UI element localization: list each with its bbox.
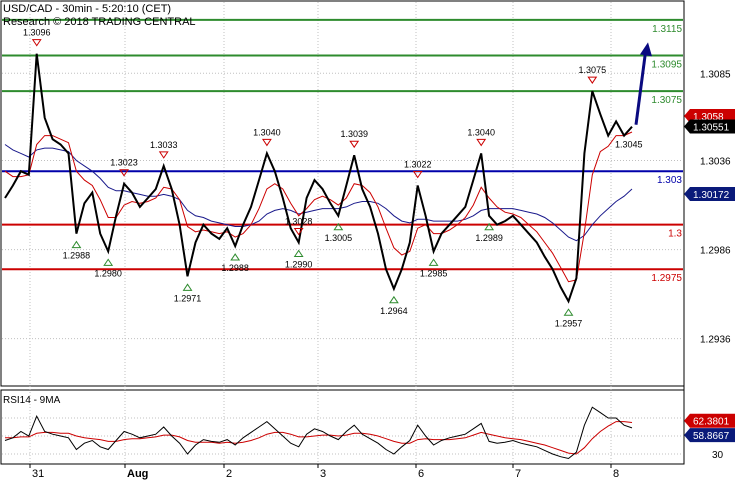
resistance-label: 1.3075: [651, 95, 682, 106]
price-tick-label: 1.2986: [700, 246, 731, 257]
trough-label: 1.2985: [420, 268, 448, 278]
rsi-ma-badge: 62.3801: [693, 417, 730, 428]
resistance-label: 1.3115: [652, 24, 682, 35]
peak-label: 1.3023: [110, 158, 138, 168]
trough-label: 1.2988: [63, 251, 91, 261]
trough-label: 1.2957: [555, 318, 583, 328]
annotation-label: 1.3045: [615, 140, 643, 150]
chart-canvas: 1.3115 1.3095 1.3075 1.303 1.3 1.2975 1.3096 1…: [0, 0, 735, 480]
rsi-value-badge: 58.8667: [693, 431, 730, 442]
trough-label: 1.2990: [285, 259, 313, 269]
peak-label: 1.3040: [467, 127, 495, 137]
time-axis: 31 Aug 2 3 6 7 8: [29, 464, 619, 480]
peak-label: 1.3096: [23, 28, 51, 38]
x-tick-label: 6: [418, 468, 424, 480]
chart-title: USD/CAD - 30min - 5:20:10 (CET): [3, 3, 171, 15]
trough-label: 1.2964: [380, 306, 408, 316]
trough-label: 1.2989: [475, 233, 503, 243]
rsi-tick-label: 30: [712, 450, 724, 461]
support-label: 1.3: [668, 229, 682, 240]
trough-label: 1.2988: [221, 263, 249, 273]
peak-label: 1.3075: [579, 65, 607, 75]
last-price-badge: 1.30551: [693, 123, 730, 134]
peak-label: 1.3033: [150, 140, 178, 150]
price-tick-label: 1.3036: [700, 157, 731, 168]
peak-label: 1.3039: [340, 129, 368, 139]
price-tick-label: 1.2936: [700, 335, 731, 346]
chart-subtitle: Research © 2018 TRADING CENTRAL: [3, 16, 196, 28]
x-tick-label: Aug: [127, 468, 148, 480]
rsi-panel: [0, 389, 685, 465]
rsi-label: RSI14 - 9MA: [3, 395, 61, 406]
pivot-price-badge: 1.30172: [693, 190, 730, 201]
peak-label: 1.3022: [404, 159, 432, 169]
peak-label: 1.3040: [253, 127, 281, 137]
x-tick-label: 7: [515, 468, 521, 480]
x-tick-label: 2: [226, 468, 232, 480]
x-tick-label: 8: [613, 468, 619, 480]
peak-label: 1.3028: [285, 216, 313, 226]
price-tick-label: 1.3085: [700, 69, 731, 80]
support-label: 1.2975: [651, 273, 682, 284]
pivot-label: 1.303: [657, 175, 682, 186]
price-axis: 1.29361.29861.30361.30851.30581.305511.3…: [684, 69, 735, 346]
x-tick-label: 31: [32, 468, 44, 480]
trough-label: 1.2971: [174, 293, 202, 303]
x-tick-label: 3: [320, 468, 326, 480]
trough-label: 1.2980: [94, 268, 122, 278]
trough-label: 1.3005: [325, 233, 353, 243]
resistance-label: 1.3095: [651, 59, 682, 70]
